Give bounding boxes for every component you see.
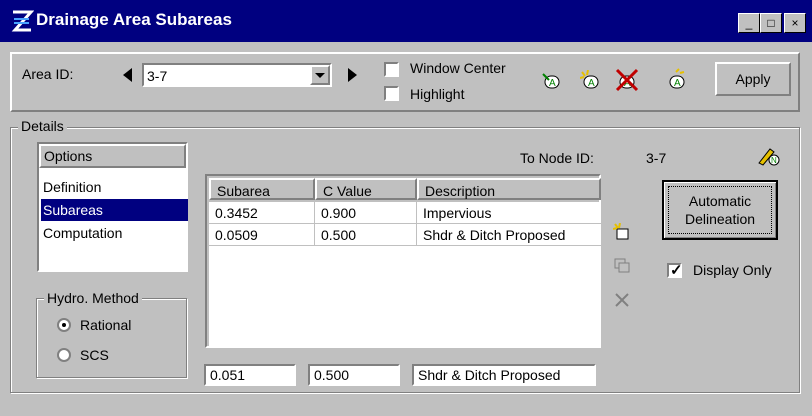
column-header-subarea[interactable]: Subarea — [209, 178, 315, 200]
pick-node-icon[interactable]: N — [756, 143, 782, 167]
window-center-label: Window Center — [410, 60, 506, 76]
to-node-label: To Node ID: — [520, 150, 594, 166]
window-center-checkbox[interactable] — [384, 62, 399, 77]
to-node-value: 3-7 — [646, 150, 667, 166]
options-listbox: Options Definition Subareas Computation — [37, 142, 188, 272]
table-row-cell[interactable]: 0.0509 — [209, 224, 315, 246]
svg-text:N: N — [771, 156, 777, 165]
svg-text:A: A — [549, 78, 556, 89]
delete-row-icon[interactable] — [613, 291, 631, 309]
options-header: Options — [39, 144, 186, 168]
next-arrow-icon[interactable] — [348, 68, 358, 82]
delete-area-icon[interactable]: A — [615, 68, 641, 92]
grid-body: 0.3452 0.900 Impervious 0.0509 0.500 Shd… — [209, 202, 601, 346]
subarea-edit-field[interactable]: 0.051 — [204, 364, 296, 386]
option-computation[interactable]: Computation — [41, 222, 188, 244]
highlight-checkbox[interactable] — [384, 86, 399, 101]
radio-scs-label: SCS — [80, 347, 109, 363]
display-only-label: Display Only — [693, 262, 772, 278]
radio-rational-label: Rational — [80, 317, 132, 333]
cvalue-edit-field[interactable]: 0.500 — [308, 364, 400, 386]
hydro-method-group — [36, 298, 187, 378]
column-header-cvalue[interactable]: C Value — [315, 178, 417, 200]
automatic-delineation-button[interactable]: Automatic Delineation — [662, 180, 778, 240]
new-area-icon[interactable]: A — [580, 70, 604, 92]
close-button[interactable]: × — [784, 13, 806, 33]
dialog-window: Drainage Area Subareas _ □ × Area ID: 3-… — [0, 0, 812, 416]
description-edit-field[interactable]: Shdr & Ditch Proposed — [412, 364, 596, 386]
area-id-value: 3-7 — [147, 68, 168, 84]
automatic-delineation-label: Automatic Delineation — [668, 186, 772, 234]
table-row-cell[interactable]: 0.900 — [315, 202, 417, 224]
table-row-cell[interactable]: Impervious — [417, 202, 601, 224]
details-group-label: Details — [18, 118, 67, 134]
column-header-description[interactable]: Description — [417, 178, 601, 200]
svg-text:A: A — [674, 78, 681, 89]
table-row-cell[interactable]: 0.3452 — [209, 202, 315, 224]
display-only-checkbox[interactable] — [667, 261, 683, 279]
previous-arrow-icon[interactable] — [123, 68, 133, 82]
option-subareas[interactable]: Subareas — [41, 199, 188, 221]
option-definition[interactable]: Definition — [41, 176, 188, 198]
app-logo-icon — [11, 10, 34, 32]
area-id-label: Area ID: — [22, 66, 74, 82]
highlight-label: Highlight — [410, 86, 465, 102]
combo-dropdown-button[interactable] — [310, 65, 330, 85]
radio-rational[interactable] — [57, 318, 71, 332]
radio-scs[interactable] — [57, 348, 71, 362]
apply-button[interactable]: Apply — [715, 62, 791, 96]
hydro-method-label: Hydro. Method — [44, 290, 142, 306]
chevron-down-icon — [315, 73, 325, 78]
area-properties-icon[interactable]: A — [666, 68, 690, 92]
svg-text:A: A — [588, 78, 595, 89]
maximize-button[interactable]: □ — [760, 13, 782, 33]
subarea-grid: Subarea C Value Description 0.3452 0.900… — [205, 174, 601, 348]
window-title: Drainage Area Subareas — [36, 10, 232, 29]
add-row-icon[interactable] — [613, 223, 631, 241]
table-row-cell[interactable]: 0.500 — [315, 224, 417, 246]
copy-row-icon[interactable] — [613, 257, 631, 275]
title-bar[interactable]: Drainage Area Subareas _ □ × — [0, 0, 812, 42]
minimize-button[interactable]: _ — [738, 13, 760, 33]
table-row-cell[interactable]: Shdr & Ditch Proposed — [417, 224, 601, 246]
area-id-combo[interactable]: 3-7 — [142, 63, 332, 87]
add-area-icon[interactable]: A — [541, 70, 565, 92]
